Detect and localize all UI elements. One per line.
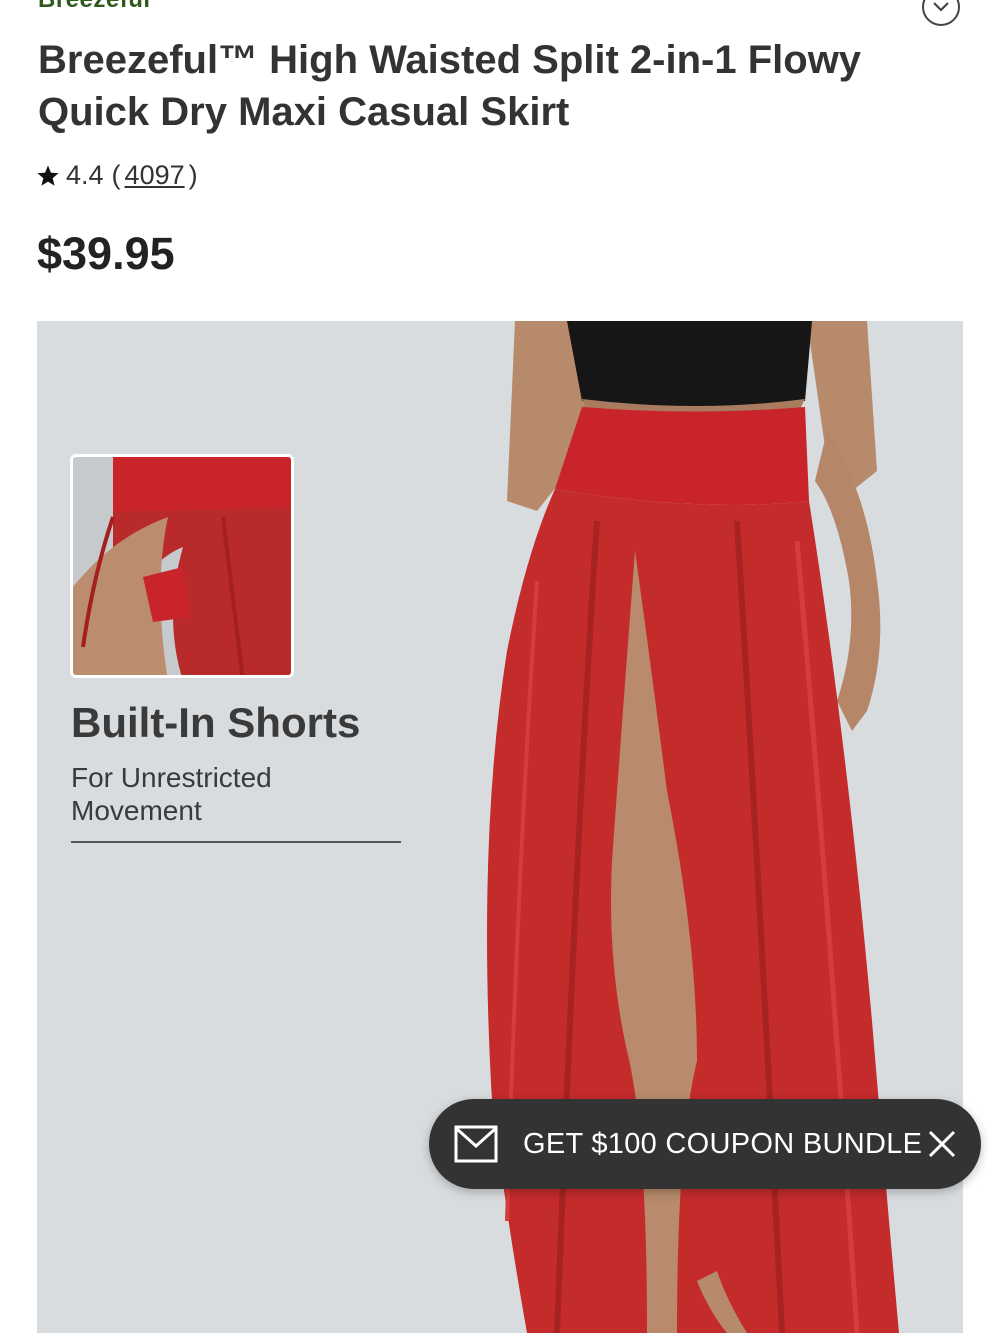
rating-open-paren: ( <box>111 160 121 190</box>
product-price: $39.95 <box>37 228 175 279</box>
collapse-button[interactable] <box>922 0 960 26</box>
coupon-banner[interactable]: GET $100 COUPON BUNDLE <box>429 1099 981 1189</box>
close-icon[interactable] <box>927 1129 957 1159</box>
brand-name[interactable]: Breezeful <box>38 0 151 14</box>
review-count-link[interactable]: 4097 <box>125 160 185 191</box>
feature-title: Built-In Shorts <box>71 699 361 746</box>
coupon-banner-label: GET $100 COUPON BUNDLE <box>523 1127 923 1160</box>
feature-subtitle: For Unrestricted Movement <box>71 762 272 826</box>
built-in-shorts-thumbnail[interactable] <box>70 454 294 678</box>
product-title: Breezeful™ High Waisted Split 2-in-1 Flo… <box>38 38 862 134</box>
feature-divider <box>71 841 401 843</box>
shorts-detail-image <box>73 457 291 675</box>
star-icon <box>37 165 59 186</box>
product-rating[interactable]: 4.4 ( 4097 ) <box>36 160 198 191</box>
mail-icon <box>454 1125 498 1163</box>
rating-value: 4.4 <box>66 160 104 190</box>
rating-close-paren: ) <box>188 160 198 190</box>
chevron-down-icon <box>933 2 949 12</box>
